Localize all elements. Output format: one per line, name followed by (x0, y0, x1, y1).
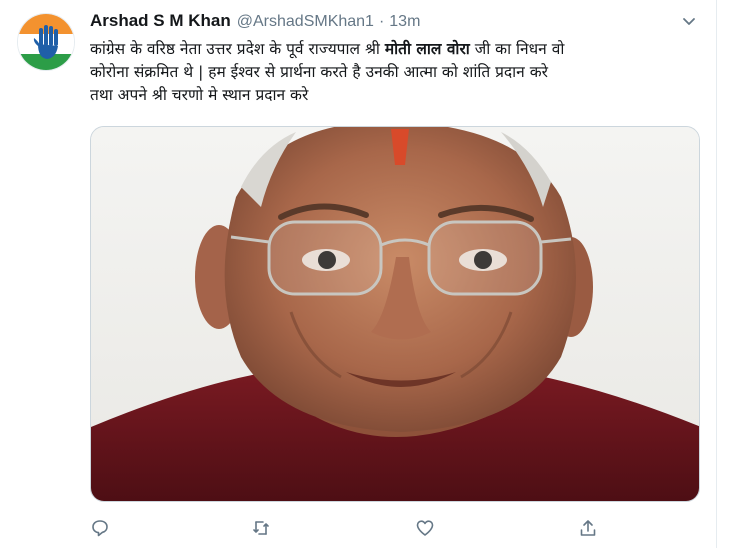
reply-button[interactable] (86, 514, 114, 542)
separator-dot: · (378, 13, 385, 30)
tweet-text-segment: जी का निधन वो (469, 40, 565, 58)
portrait-image (91, 127, 699, 501)
heart-icon (416, 520, 434, 536)
tweet-text-segment: कांग्रेस के वरिष्ठ नेता उत्तर प्रदेश के … (90, 40, 385, 58)
display-name[interactable]: Arshad S M Khan (90, 11, 231, 31)
tweet-text-line-1: कांग्रेस के वरिष्ठ नेता उत्तर प्रदेश के … (90, 38, 710, 61)
chevron-down-icon (683, 18, 695, 25)
retweet-icon (253, 521, 269, 535)
tweet-actions (90, 514, 700, 542)
tweet-card: Arshad S M Khan @ArshadSMKhan1 · 13m कां… (0, 0, 730, 548)
retweet-button[interactable] (247, 514, 275, 542)
column-divider (716, 0, 717, 548)
tweet-media-photo[interactable] (90, 126, 700, 502)
congress-hand-logo-icon (18, 14, 74, 70)
reply-icon (92, 520, 108, 537)
share-icon (580, 520, 596, 536)
tweet-text-line-3: तथा अपने श्री चरणो मे स्थान प्रदान करे (90, 86, 309, 104)
timestamp[interactable]: 13m (389, 13, 420, 31)
tweet-header: Arshad S M Khan @ArshadSMKhan1 · 13m (90, 11, 420, 35)
like-button[interactable] (411, 514, 439, 542)
user-handle[interactable]: @ArshadSMKhan1 (237, 13, 374, 31)
tweet-text-line-2: कोरोना संक्रमित थे | हम ईश्वर से प्रार्थ… (90, 63, 548, 81)
share-button[interactable] (574, 514, 602, 542)
avatar[interactable] (17, 13, 75, 71)
tweet-text-bold-name: मोती लाल वोरा (384, 40, 470, 58)
tweet-text: कांग्रेस के वरिष्ठ नेता उत्तर प्रदेश के … (90, 38, 710, 107)
more-options-button[interactable] (680, 12, 698, 30)
